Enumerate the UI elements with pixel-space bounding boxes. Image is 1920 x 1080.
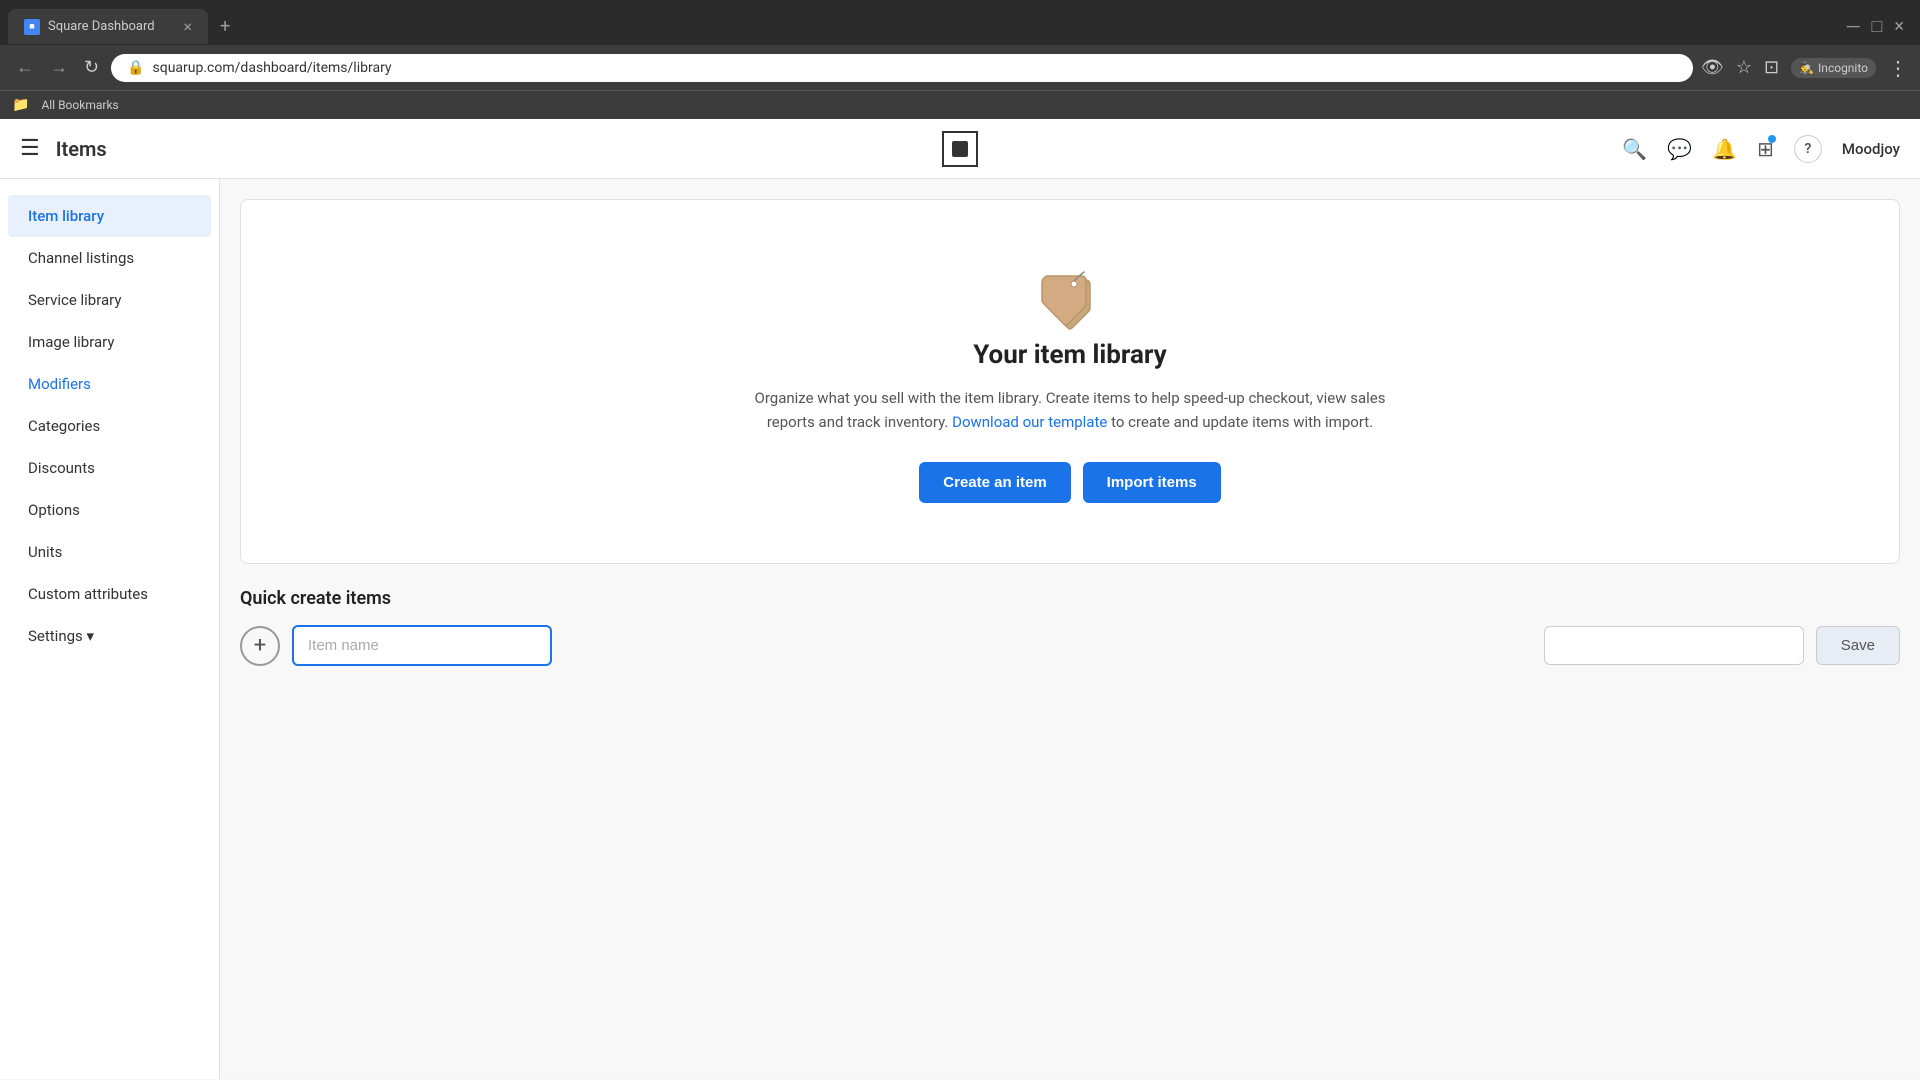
browser-tabs: ■ Square Dashboard × + ─ □ × [0,0,1920,45]
item-name-input[interactable] [292,625,552,666]
sidebar: Item library Channel listings Service li… [0,179,220,1079]
app-title: Items [56,137,107,161]
sidebar-item-custom-attributes[interactable]: Custom attributes [8,573,211,615]
lock-icon: 🔒 [127,60,144,76]
sidebar-item-image-library[interactable]: Image library [8,321,211,363]
close-window-btn[interactable]: × [1894,16,1904,37]
hero-title: Your item library [973,340,1166,370]
layout: Item library Channel listings Service li… [0,179,1920,1079]
sidebar-item-units[interactable]: Units [8,531,211,573]
minimize-btn[interactable]: ─ [1847,16,1860,37]
help-icon[interactable]: ? [1794,135,1822,163]
hero-section: Your item library Organize what you sell… [240,199,1900,564]
save-btn[interactable]: Save [1816,626,1900,665]
incognito-label: Incognito [1818,61,1868,75]
maximize-btn[interactable]: □ [1872,16,1883,37]
hamburger-menu-btn[interactable]: ☰ [20,136,40,161]
star-icon[interactable]: ☆ [1736,57,1752,78]
hero-desc-suffix: to create and update items with import. [1111,413,1373,431]
sidebar-item-channel-listings[interactable]: Channel listings [8,237,211,279]
sidebar-item-modifiers[interactable]: Modifiers [8,363,211,405]
quick-create-row: + Save [240,625,1900,666]
sidebar-item-item-library[interactable]: Item library [8,195,211,237]
price-input[interactable] [1544,626,1804,665]
user-name[interactable]: Moodjoy [1842,140,1900,158]
browser-toolbar-icons: 👁 ☆ ⊡ 🕵 Incognito ⋮ [1701,56,1908,80]
address-bar[interactable]: 🔒 squarup.com/dashboard/items/library [111,54,1693,82]
chat-icon[interactable]: 💬 [1667,137,1692,161]
quick-create-section: Quick create items + Save [220,564,1920,690]
sidebar-item-service-library[interactable]: Service library [8,279,211,321]
search-icon[interactable]: 🔍 [1622,137,1647,161]
item-library-icon [1030,260,1110,340]
address-text: squarup.com/dashboard/items/library [153,60,392,76]
profile-icon[interactable]: ⊡ [1764,57,1779,78]
new-tab-btn[interactable]: + [212,8,238,45]
app: ☰ Items 🔍 💬 🔔 ⊞ ? Moodjoy Item library C… [0,119,1920,1079]
grid-icon[interactable]: ⊞ [1757,137,1774,161]
sidebar-item-settings[interactable]: Settings ▾ [8,615,211,657]
import-items-btn[interactable]: Import items [1083,462,1221,503]
hero-actions: Create an item Import items [919,462,1220,503]
square-logo-inner [952,141,968,157]
add-item-btn[interactable]: + [240,626,280,666]
incognito-icon: 🕵 [1799,61,1814,75]
top-nav-center [942,131,978,167]
square-logo[interactable] [942,131,978,167]
tab-close-btn[interactable]: × [183,17,192,36]
quick-create-title: Quick create items [240,588,1900,609]
bookmarks-bar: 📁 All Bookmarks [0,90,1920,119]
main-content: Your item library Organize what you sell… [220,179,1920,1079]
tab-favicon: ■ [24,19,40,35]
hero-description: Organize what you sell with the item lib… [730,386,1410,434]
sidebar-item-options[interactable]: Options [8,489,211,531]
top-nav: ☰ Items 🔍 💬 🔔 ⊞ ? Moodjoy [0,119,1920,179]
back-btn[interactable]: ← [12,53,38,82]
refresh-btn[interactable]: ↻ [80,53,103,82]
browser-chrome: ■ Square Dashboard × + ─ □ × ← → ↻ 🔒 squ… [0,0,1920,119]
sidebar-item-categories[interactable]: Categories [8,405,211,447]
tab-title: Square Dashboard [48,19,155,34]
top-nav-right: 🔍 💬 🔔 ⊞ ? Moodjoy [1622,135,1900,163]
menu-btn[interactable]: ⋮ [1888,56,1908,80]
create-item-btn[interactable]: Create an item [919,462,1070,503]
incognito-badge: 🕵 Incognito [1791,58,1876,78]
bookmarks-folder-icon: 📁 [12,97,29,113]
bell-icon[interactable]: 🔔 [1712,137,1737,161]
all-bookmarks[interactable]: All Bookmarks [33,95,126,115]
sidebar-item-discounts[interactable]: Discounts [8,447,211,489]
top-nav-left: ☰ Items [20,136,220,161]
forward-btn[interactable]: → [46,53,72,82]
browser-toolbar: ← → ↻ 🔒 squarup.com/dashboard/items/libr… [0,45,1920,90]
eye-off-icon[interactable]: 👁 [1701,57,1724,78]
download-template-link[interactable]: Download our template [952,413,1107,431]
browser-tab-active[interactable]: ■ Square Dashboard × [8,9,208,44]
